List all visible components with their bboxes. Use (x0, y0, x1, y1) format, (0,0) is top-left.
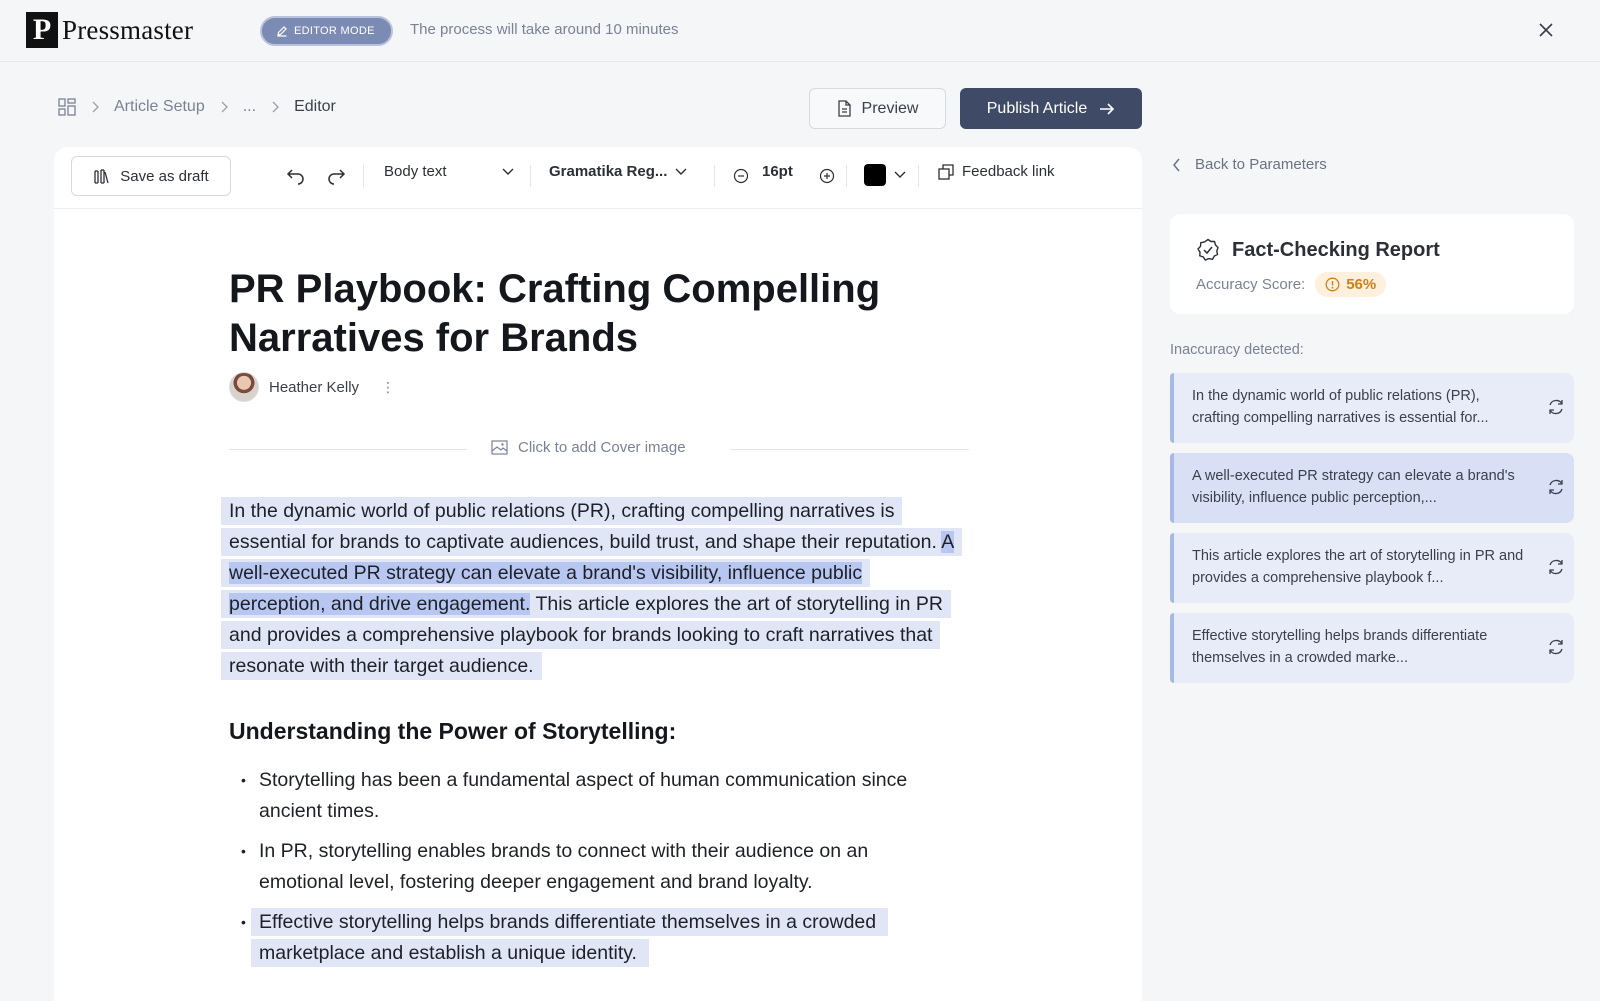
accuracy-score-value: 56% (1346, 276, 1377, 293)
close-icon[interactable] (1536, 20, 1556, 40)
minus-circle-icon[interactable] (733, 168, 749, 184)
breadcrumb-article-setup[interactable]: Article Setup (114, 98, 205, 116)
logo: P Pressmaster (26, 12, 193, 48)
color-swatch (864, 164, 886, 186)
chevron-down-icon (894, 171, 906, 178)
list-item-text: Storytelling has been a fundamental aspe… (259, 769, 908, 822)
list-item-text: Effective storytelling helps brands diff… (251, 908, 889, 967)
list-item[interactable]: In PR, storytelling enables brands to co… (237, 836, 957, 898)
chevron-left-icon (1173, 158, 1180, 171)
save-as-draft-button[interactable]: Save as draft (71, 156, 231, 196)
inaccuracy-text: In the dynamic world of public relations… (1192, 388, 1489, 426)
books-icon (94, 168, 109, 184)
pencil-icon (277, 26, 287, 37)
publish-article-button[interactable]: Publish Article (960, 88, 1142, 129)
refresh-icon[interactable] (1547, 398, 1565, 416)
divider (731, 449, 969, 450)
toolbar-divider (363, 165, 364, 187)
list-item[interactable]: Effective storytelling helps brands diff… (237, 907, 957, 969)
back-to-parameters-link[interactable]: Back to Parameters (1172, 156, 1327, 173)
refresh-icon[interactable] (1547, 638, 1565, 656)
breadcrumb: Article Setup ... Editor (58, 98, 336, 116)
refresh-icon[interactable] (1547, 478, 1565, 496)
logo-text: Pressmaster (62, 14, 194, 45)
inaccuracy-text: Effective storytelling helps brands diff… (1192, 628, 1488, 666)
inaccuracy-item[interactable]: In the dynamic world of public relations… (1170, 373, 1574, 443)
more-options-icon[interactable]: ⋮ (381, 379, 395, 396)
toolbar-divider (846, 165, 847, 187)
preview-button[interactable]: Preview (809, 88, 946, 129)
plus-circle-icon[interactable] (819, 168, 835, 184)
add-cover-image-button[interactable]: Click to add Cover image (491, 439, 686, 456)
refresh-icon[interactable] (1547, 558, 1565, 576)
chevron-right-icon (92, 101, 99, 113)
report-title: Fact-Checking Report (1232, 238, 1440, 261)
feedback-link-label: Feedback link (962, 163, 1055, 180)
inaccuracy-item[interactable]: Effective storytelling helps brands diff… (1170, 613, 1574, 683)
text-color-picker[interactable] (864, 164, 906, 186)
editor-mode-label: EDITOR MODE (294, 25, 375, 37)
editor-toolbar: Save as draft Body text Gramatika Reg...… (54, 147, 1142, 209)
toolbar-divider (918, 165, 919, 187)
accuracy-score-row: Accuracy Score: 56% (1196, 272, 1387, 297)
chevron-down-icon (502, 168, 514, 175)
publish-label: Publish Article (986, 99, 1088, 117)
font-family-value: Gramatika Reg... (549, 163, 668, 180)
inaccuracy-text: This article explores the art of storyte… (1192, 548, 1524, 586)
toolbar-divider (714, 165, 715, 187)
intro-text-1: In the dynamic world of public relations… (229, 500, 942, 553)
redo-icon[interactable] (326, 167, 346, 185)
undo-icon[interactable] (286, 167, 306, 185)
fact-checking-title: Fact-Checking Report (1196, 238, 1440, 262)
copy-icon (938, 163, 954, 180)
list-item-text: In PR, storytelling enables brands to co… (259, 840, 869, 893)
font-family-select[interactable]: Gramatika Reg... (549, 163, 687, 180)
font-size-value[interactable]: 16pt (762, 163, 793, 180)
bullet-list: Storytelling has been a fundamental aspe… (237, 765, 957, 978)
arrow-right-icon (1100, 102, 1115, 115)
back-to-parameters-label: Back to Parameters (1195, 156, 1327, 173)
article-title[interactable]: PR Playbook: Crafting Compelling Narrati… (229, 265, 949, 363)
process-time-text: The process will take around 10 minutes (410, 21, 679, 38)
inaccuracy-label: Inaccuracy detected: (1170, 342, 1304, 358)
accuracy-score-badge: 56% (1315, 272, 1387, 297)
accuracy-score-label: Accuracy Score: (1196, 276, 1306, 293)
text-style-select[interactable]: Body text (384, 163, 514, 180)
text-style-value: Body text (384, 163, 447, 180)
save-as-draft-label: Save as draft (120, 167, 209, 185)
feedback-link-button[interactable]: Feedback link (938, 163, 1055, 180)
section-heading[interactable]: Understanding the Power of Storytelling: (229, 718, 676, 745)
toolbar-divider (530, 165, 531, 187)
grid-icon[interactable] (58, 98, 76, 116)
editor-mode-badge: EDITOR MODE (260, 16, 393, 46)
breadcrumb-editor: Editor (294, 98, 336, 115)
chevron-right-icon (221, 101, 228, 113)
inaccuracy-text: A well-executed PR strategy can elevate … (1192, 468, 1515, 506)
logo-mark: P (26, 12, 58, 48)
verified-badge-icon (1197, 238, 1219, 261)
author-row: Heather Kelly ⋮ (229, 372, 395, 402)
inaccuracy-item[interactable]: A well-executed PR strategy can elevate … (1170, 453, 1574, 523)
image-icon (491, 440, 508, 455)
top-bar: P Pressmaster EDITOR MODE The process wi… (0, 0, 1600, 62)
breadcrumb-ellipsis[interactable]: ... (243, 98, 256, 116)
divider (229, 449, 467, 450)
author-name: Heather Kelly (269, 378, 360, 396)
chevron-down-icon (675, 168, 687, 175)
cover-image-label: Click to add Cover image (518, 439, 686, 456)
document-icon (837, 100, 851, 117)
inaccuracy-item[interactable]: This article explores the art of storyte… (1170, 533, 1574, 603)
intro-paragraph[interactable]: In the dynamic world of public relations… (221, 496, 963, 682)
preview-label: Preview (861, 99, 919, 117)
chevron-right-icon (272, 101, 279, 113)
list-item[interactable]: Storytelling has been a fundamental aspe… (237, 765, 957, 827)
cover-image-placeholder[interactable]: Click to add Cover image (229, 439, 969, 459)
editor-panel: Save as draft Body text Gramatika Reg...… (54, 147, 1142, 1001)
fact-checking-card: Fact-Checking Report Accuracy Score: 56% (1170, 214, 1574, 314)
avatar (229, 372, 259, 402)
warning-circle-icon (1325, 277, 1340, 292)
